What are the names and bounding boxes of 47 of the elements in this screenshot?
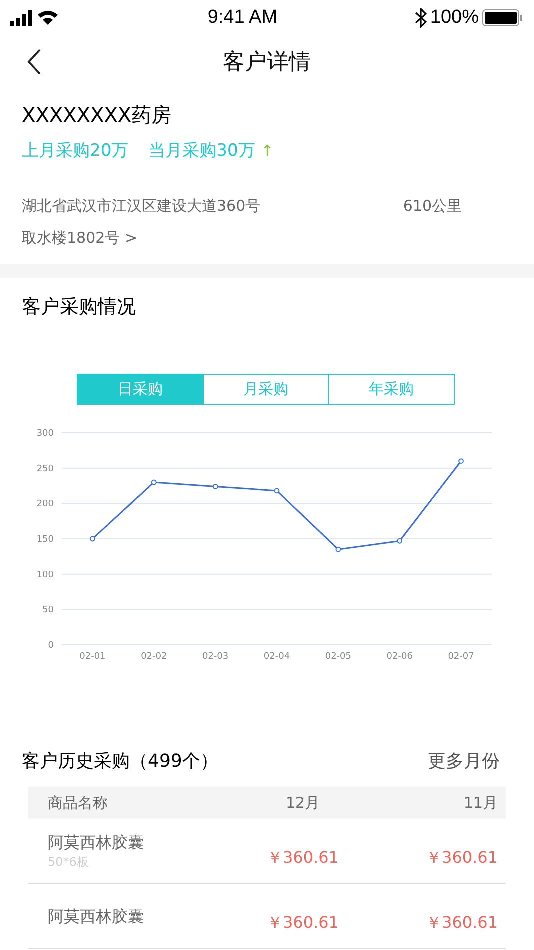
data-point (274, 488, 280, 494)
data-point (336, 546, 342, 552)
section-title: 客户历史采购（499个） (22, 750, 218, 773)
data-point (212, 484, 218, 490)
y-tick-label: 150 (36, 535, 54, 545)
y-tick-label: 200 (36, 500, 54, 510)
battery-percentage: 100% (430, 7, 479, 29)
y-tick-label: 100 (36, 570, 54, 580)
status-time: 9:41 AM (208, 7, 278, 29)
more-months-link[interactable]: 更多月份 (428, 749, 500, 773)
column-header: 12月 (286, 794, 320, 812)
price-cell-text: ￥360.61 (267, 846, 339, 868)
column-header: 11月 (464, 794, 498, 812)
product-name: 阿莫西林胶囊 (48, 833, 145, 854)
x-tick-label: 02-05 (325, 652, 352, 662)
y-tick-label: 50 (42, 606, 54, 616)
back-icon[interactable] (26, 48, 42, 76)
y-tick-label: 250 (36, 464, 54, 474)
price-cell-text: ￥360.61 (426, 846, 498, 868)
price-cell-text: ￥360.61 (426, 912, 498, 934)
y-tick-label: 300 (36, 429, 54, 439)
x-tick-label: 02-02 (141, 652, 168, 662)
x-tick-label: 02-01 (80, 652, 106, 662)
trend-arrow: ↑ (261, 142, 274, 160)
x-tick-label: 02-07 (448, 652, 474, 662)
x-tick-label: 02-06 (386, 652, 413, 662)
section-title: 客户采购情况 (21, 295, 137, 320)
y-tick-label: 0 (48, 641, 54, 651)
address-link[interactable]: 取水楼1802号 > (22, 222, 512, 254)
price-cell-text: ￥360.61 (267, 912, 339, 934)
address-text: 湖北省武汉市江汉区建设大道360号 (22, 196, 261, 217)
data-point (458, 458, 464, 464)
x-tick-label: 02-03 (202, 652, 229, 662)
battery-icon (482, 9, 524, 27)
product-name: 阿莫西林胶囊 (48, 906, 145, 928)
bluetooth-icon (415, 8, 428, 28)
customer-name: XXXXXXXX药房 (22, 102, 173, 129)
this-month-purchase: 当月采购30万 (148, 140, 256, 162)
column-header: 商品名称 (48, 794, 108, 812)
data-point (151, 480, 157, 486)
last-month-purchase: 上月采购20万 (22, 140, 129, 162)
data-point (397, 538, 403, 544)
page-title: 客户详情 (223, 49, 311, 77)
data-point (90, 536, 96, 542)
distance-text: 610公里 (403, 196, 462, 217)
x-tick-label: 02-04 (264, 652, 290, 662)
period-tab[interactable]: 日采购 (78, 375, 203, 404)
